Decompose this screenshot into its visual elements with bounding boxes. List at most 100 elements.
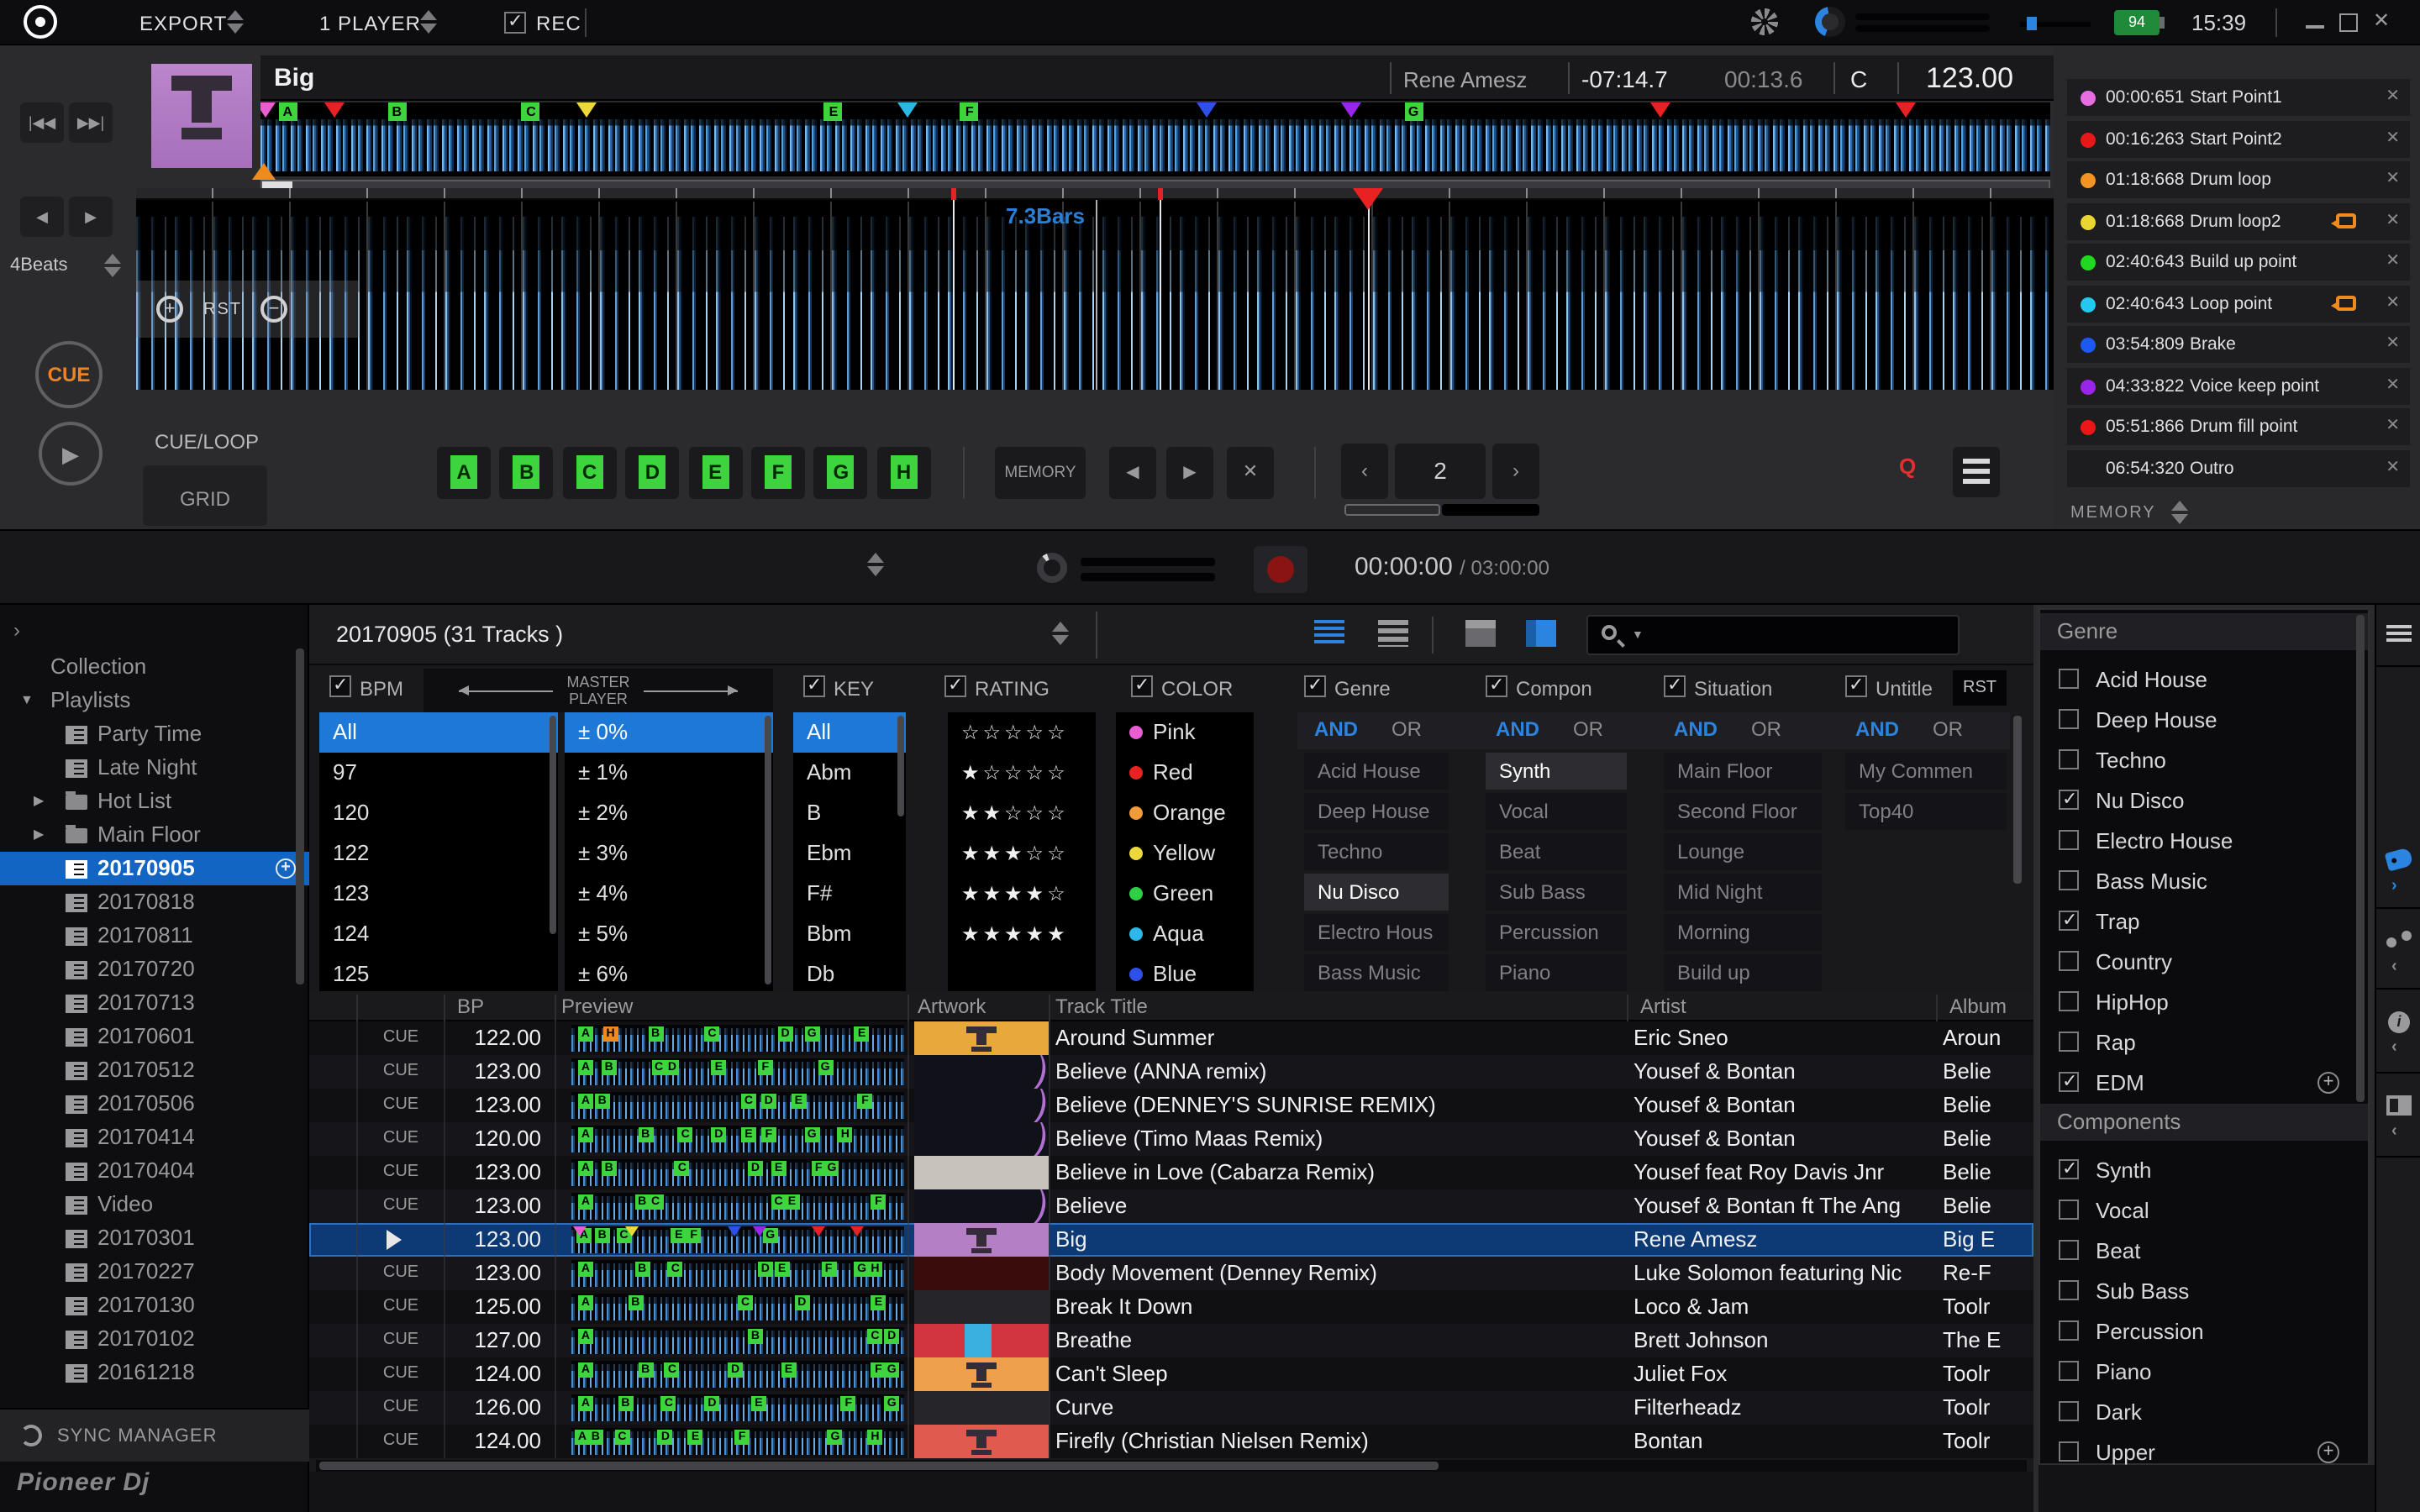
track-row[interactable]: CUE124.00ABCDEFGHFirefly (Christian Niel…: [309, 1425, 2033, 1458]
track-row[interactable]: CUE126.00ABCDEFGCurveFilterheadzToolr: [309, 1391, 2033, 1425]
delete-cue-icon[interactable]: ✕: [2386, 293, 2400, 312]
sidebar-item-20170601[interactable]: 20170601: [0, 1020, 309, 1053]
track-row[interactable]: CUE123.00ABCCEFBelieveYousef & Bontan ft…: [309, 1189, 2033, 1223]
track-preview-waveform[interactable]: ABCDEFG: [571, 1159, 904, 1186]
filter-checkbox-situation[interactable]: [1664, 675, 1686, 697]
delete-cue-icon[interactable]: ✕: [2386, 458, 2400, 476]
tracklist-horizontal-scrollbar[interactable]: [316, 1460, 2027, 1472]
track-row[interactable]: CUE123.00ABCDEFGBelieve in Love (Cabarza…: [309, 1156, 2033, 1189]
and-toggle-compon[interactable]: AND: [1496, 717, 1539, 741]
tag-item-vocal[interactable]: Vocal: [2040, 1191, 2368, 1231]
memory-cue-row[interactable]: 00:00:651Start Point1✕: [2067, 79, 2410, 116]
tolerance-option[interactable]: ± 4%: [565, 874, 773, 914]
detail-waveform[interactable]: + RST − 7.3Bars: [136, 188, 2054, 390]
settings-gear-icon[interactable]: [1751, 8, 1778, 35]
page-next-button[interactable]: ›: [1492, 444, 1539, 499]
search-filter-caret-icon[interactable]: ▼: [1632, 630, 1644, 642]
rating-option[interactable]: ★☆☆☆☆: [948, 753, 1096, 793]
tag-option-acid-house[interactable]: Acid House: [1304, 753, 1449, 790]
delete-cue-icon[interactable]: ✕: [2386, 129, 2400, 147]
tag-checkbox[interactable]: [2059, 1200, 2079, 1220]
tag-item-rap[interactable]: Rap: [2040, 1023, 2368, 1063]
rating-option[interactable]: ★★★★★: [948, 914, 1096, 954]
tag-filter-icon[interactable]: [2385, 847, 2414, 871]
color-option[interactable]: Pink: [1116, 712, 1254, 753]
sidebar-item-20170818[interactable]: 20170818: [0, 885, 309, 919]
memory-next-button[interactable]: ▶: [1166, 447, 1213, 499]
sidebar-item-20170301[interactable]: 20170301: [0, 1221, 309, 1255]
tag-item-dark[interactable]: Dark: [2040, 1393, 2368, 1433]
tag-item-sub-bass[interactable]: Sub Bass: [2040, 1272, 2368, 1312]
track-previous-button[interactable]: |◀◀: [20, 102, 64, 143]
related-panel-chevron[interactable]: ‹: [2391, 958, 2397, 976]
tag-checkbox[interactable]: [2059, 991, 2079, 1011]
window-close-button[interactable]: ✕: [2373, 8, 2390, 32]
filter-checkbox-genre[interactable]: [1304, 675, 1326, 697]
tree-collapse-icon[interactable]: ›: [13, 618, 20, 642]
track-preview-waveform[interactable]: ABCDEFG: [571, 1394, 904, 1421]
or-toggle-situation[interactable]: OR: [1751, 717, 1781, 741]
sidebar-item-20161218[interactable]: 20161218: [0, 1356, 309, 1389]
track-row[interactable]: 123.00ABCEFGBigRene AmeszBig E: [309, 1223, 2033, 1257]
record-button[interactable]: [1254, 546, 1307, 593]
tag-checkbox[interactable]: [2059, 1361, 2079, 1381]
search-back-button[interactable]: ◀: [20, 197, 64, 237]
tag-option-percussion[interactable]: Percussion: [1486, 914, 1627, 951]
filter-checkbox-untitle[interactable]: [1845, 675, 1867, 697]
search-input[interactable]: ▼: [1586, 615, 1960, 655]
track-cue-button[interactable]: CUE: [358, 1357, 444, 1391]
color-option[interactable]: Orange: [1116, 793, 1254, 833]
track-cue-button[interactable]: CUE: [358, 1391, 444, 1425]
and-toggle-untitle[interactable]: AND: [1855, 717, 1899, 741]
tag-checkbox[interactable]: [2059, 709, 2079, 729]
quantize-indicator[interactable]: Q: [1899, 454, 1916, 479]
tag-option-lounge[interactable]: Lounge: [1664, 833, 1822, 870]
info-icon[interactable]: i: [2388, 1011, 2410, 1033]
key-option[interactable]: Db: [793, 954, 906, 991]
hot-cue-marker[interactable]: E: [824, 102, 843, 121]
sidebar-item-20170404[interactable]: 20170404: [0, 1154, 309, 1188]
track-row[interactable]: CUE123.00ABCDEFGBelieve (ANNA remix)Yous…: [309, 1055, 2033, 1089]
preview-pane-view-icon[interactable]: [1526, 620, 1556, 647]
tolerance-option[interactable]: ± 2%: [565, 793, 773, 833]
track-cue-button[interactable]: CUE: [358, 1021, 444, 1055]
tag-option-main-floor[interactable]: Main Floor: [1664, 753, 1822, 790]
color-option[interactable]: Blue: [1116, 954, 1254, 991]
window-minimize-button[interactable]: [2306, 25, 2324, 29]
side-panel-icon[interactable]: [2386, 1095, 2412, 1116]
track-preview-waveform[interactable]: ABCDEFG: [571, 1361, 904, 1388]
player-count-spinner[interactable]: [420, 8, 437, 35]
tag-item-nu-disco[interactable]: Nu Disco: [2040, 781, 2368, 822]
memory-cue-row[interactable]: 01:18:668Drum loop2✕: [2067, 202, 2410, 239]
sidebar-item-main-floor[interactable]: Main Floor▶: [0, 818, 309, 852]
memory-cue-row[interactable]: 05:51:866Drum fill point✕: [2067, 408, 2410, 445]
track-preview-waveform[interactable]: ABCDEFG: [571, 1058, 904, 1085]
zoom-out-icon[interactable]: −: [260, 296, 287, 323]
track-row[interactable]: CUE125.00ABCDEBreak It DownLoco & JamToo…: [309, 1290, 2033, 1324]
delete-cue-icon[interactable]: ✕: [2386, 252, 2400, 270]
tag-item-techno[interactable]: Techno: [2040, 741, 2368, 781]
tolerance-option[interactable]: ± 6%: [565, 954, 773, 991]
add-tag-icon[interactable]: +: [2317, 1072, 2339, 1094]
tag-option-morning[interactable]: Morning: [1664, 914, 1822, 951]
sidebar-item-20170130[interactable]: 20170130: [0, 1289, 309, 1322]
tree-scrollbar[interactable]: [296, 648, 304, 984]
delete-cue-icon[interactable]: ✕: [2386, 334, 2400, 353]
tag-option-second-floor[interactable]: Second Floor: [1664, 793, 1822, 830]
zoom-in-icon[interactable]: +: [156, 296, 183, 323]
track-preview-waveform[interactable]: ABCDEFGH: [571, 1126, 904, 1152]
sidebar-item-late-night[interactable]: Late Night: [0, 751, 309, 785]
sidebar-item-20170506[interactable]: 20170506: [0, 1087, 309, 1121]
bpm-list-scrollbar[interactable]: [550, 716, 556, 934]
track-row[interactable]: CUE124.00ABCDEFGCan't SleepJuliet FoxToo…: [309, 1357, 2033, 1391]
page-number-field[interactable]: 2: [1395, 444, 1486, 499]
tag-panel-scrollbar[interactable]: [2356, 615, 2365, 1102]
sidebar-item-20170720[interactable]: 20170720: [0, 953, 309, 986]
add-tag-icon[interactable]: +: [2317, 1441, 2339, 1463]
and-toggle-genre[interactable]: AND: [1314, 717, 1358, 741]
tag-option-techno[interactable]: Techno: [1304, 833, 1449, 870]
hot-cue-button-f[interactable]: F: [751, 447, 805, 499]
tag-checkbox[interactable]: [2059, 1240, 2079, 1260]
tag-option-electro-hous[interactable]: Electro Hous: [1304, 914, 1449, 951]
filter-checkbox-compon[interactable]: [1486, 675, 1507, 697]
